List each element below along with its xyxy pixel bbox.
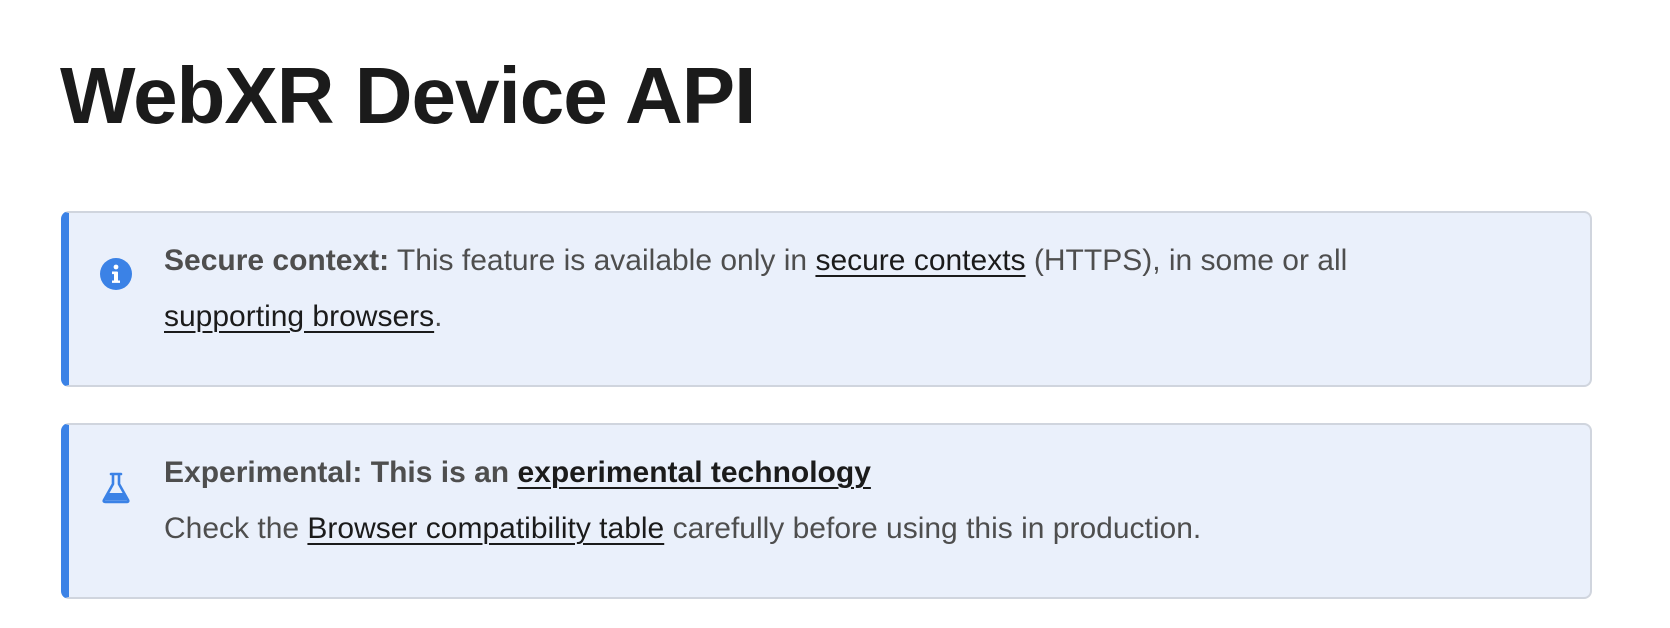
experimental-line2-before: Check the xyxy=(164,512,300,545)
experimental-text: Experimental: This is an experimental te… xyxy=(164,445,1550,557)
page-title: WebXR Device API xyxy=(60,51,756,140)
experimental-technology-link[interactable]: experimental technology xyxy=(517,456,870,489)
flask-icon xyxy=(99,471,133,505)
supporting-browsers-link[interactable]: supporting browsers xyxy=(164,300,434,333)
experimental-label-rest: This is an xyxy=(370,456,510,489)
experimental-line2-after: carefully before using this in productio… xyxy=(672,512,1202,545)
secure-context-period: . xyxy=(434,300,443,333)
secure-context-description-middle: (HTTPS), in some or all xyxy=(1033,244,1348,277)
experimental-notice: Experimental: This is an experimental te… xyxy=(61,423,1592,599)
secure-context-notice: Secure context: This feature is availabl… xyxy=(61,211,1592,387)
browser-compatibility-table-link[interactable]: Browser compatibility table xyxy=(307,512,664,545)
secure-context-label: Secure context: xyxy=(164,244,390,277)
experimental-label: Experimental: xyxy=(164,456,363,489)
secure-context-description: This feature is available only in xyxy=(396,244,808,277)
info-icon xyxy=(99,257,133,291)
secure-contexts-link[interactable]: secure contexts xyxy=(815,244,1025,277)
secure-context-text: Secure context: This feature is availabl… xyxy=(164,233,1550,345)
